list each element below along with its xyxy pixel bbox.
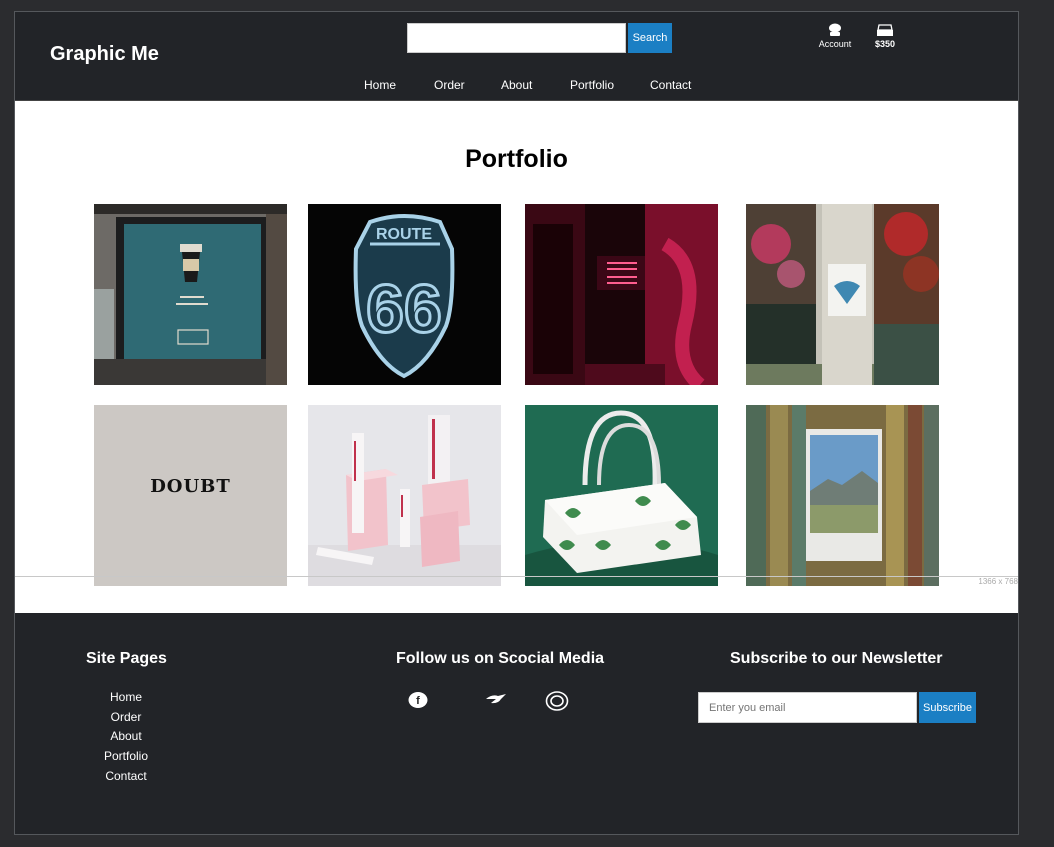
portfolio-tile-leaf-bag[interactable] <box>525 405 718 586</box>
instagram-icon <box>545 691 569 711</box>
coffee-poster-image <box>94 204 287 385</box>
route-66-image: ROUTE 66 <box>308 204 501 385</box>
nav-about[interactable]: About <box>501 78 532 92</box>
polaroid-image <box>746 405 939 586</box>
neon-sign-image <box>525 204 718 385</box>
account-label: Account <box>818 39 852 49</box>
site-header: Graphic Me Search Account $350 Home Orde… <box>15 12 1018 101</box>
portfolio-tile-earth-sticker[interactable] <box>746 204 939 385</box>
cosmetic-packaging-image <box>308 405 501 586</box>
nav-portfolio[interactable]: Portfolio <box>570 78 614 92</box>
site-pages-heading: Site Pages <box>86 650 167 667</box>
footer-link-about[interactable]: About <box>76 729 176 743</box>
footer-link-order[interactable]: Order <box>76 710 176 724</box>
main-nav: Home Order About Portfolio Contact <box>15 78 1018 94</box>
browser-viewport: Graphic Me Search Account $350 Home Orde… <box>14 11 1019 835</box>
doubt-logo-text: DOUBT <box>150 476 231 497</box>
earth-sticker-image <box>746 204 939 385</box>
cart-icon <box>877 24 893 36</box>
portfolio-tile-cosmetic-packaging[interactable] <box>308 405 501 586</box>
viewport-size-label: 1366 x 768 <box>978 577 1018 586</box>
nav-order[interactable]: Order <box>434 78 465 92</box>
portfolio-tile-doubt[interactable]: DOUBT <box>94 405 287 586</box>
twitter-icon <box>486 694 506 704</box>
search-button[interactable]: Search <box>628 23 672 53</box>
leaf-bag-image <box>525 405 718 586</box>
cart-total: $350 <box>874 39 896 49</box>
account-link[interactable]: Account <box>810 23 860 49</box>
instagram-link[interactable] <box>545 691 569 716</box>
portfolio-tile-polaroid[interactable] <box>746 405 939 586</box>
viewport-fold-line <box>15 576 1018 577</box>
search-input[interactable] <box>407 23 626 53</box>
route-sign-number: 66 <box>366 271 442 347</box>
nav-home[interactable]: Home <box>364 78 396 92</box>
site-footer: Site Pages Home Order About Portfolio Co… <box>15 613 1018 834</box>
facebook-link[interactable]: f <box>408 691 428 714</box>
route-sign-text: ROUTE <box>376 226 432 243</box>
social-heading: Follow us on Scocial Media <box>396 650 605 667</box>
twitter-link[interactable] <box>484 691 508 714</box>
footer-link-contact[interactable]: Contact <box>76 769 176 783</box>
nav-contact[interactable]: Contact <box>650 78 691 92</box>
footer-link-portfolio[interactable]: Portfolio <box>76 749 176 763</box>
subscribe-button[interactable]: Subscribe <box>919 692 976 723</box>
portfolio-tile-neon-sign[interactable] <box>525 204 718 385</box>
page-title: Portfolio <box>465 145 568 173</box>
portfolio-tile-coffee-poster[interactable] <box>94 204 287 385</box>
site-logo[interactable]: Graphic Me <box>50 43 159 66</box>
facebook-icon: f <box>408 692 428 708</box>
user-icon <box>829 23 841 36</box>
cart-link[interactable]: $350 <box>860 23 910 49</box>
svg-text:f: f <box>416 695 420 707</box>
newsletter-email-input[interactable] <box>698 692 917 723</box>
portfolio-tile-route-66[interactable]: ROUTE 66 <box>308 204 501 385</box>
newsletter-heading: Subscribe to our Newsletter <box>730 650 943 667</box>
footer-link-home[interactable]: Home <box>76 690 176 704</box>
